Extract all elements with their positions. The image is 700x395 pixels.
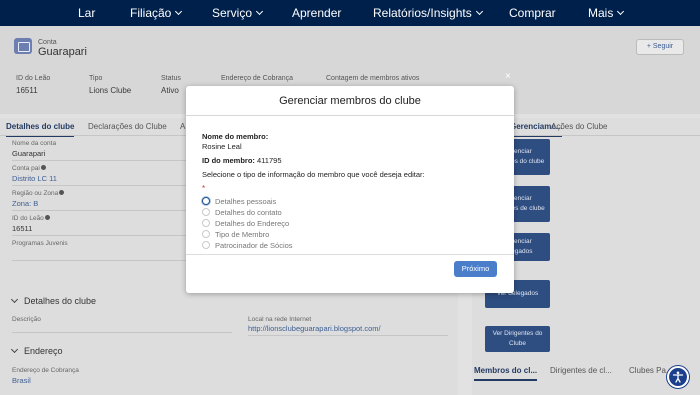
- tab-declaracoes[interactable]: Declarações do Clube: [88, 122, 167, 131]
- nav-item-servico[interactable]: Serviço: [212, 0, 264, 26]
- field-divider: [12, 185, 187, 186]
- field-divider: [12, 332, 232, 333]
- tab-membros-do-clube[interactable]: Membros do cl...: [474, 366, 538, 381]
- info-icon: [44, 215, 50, 220]
- chevron-down-icon: [175, 7, 183, 16]
- chevron-down-icon: [10, 345, 19, 354]
- member-name: Rosine Leal: [202, 142, 242, 151]
- tab-clubes-parceiros[interactable]: Clubes Pa...: [629, 366, 673, 375]
- radio-button[interactable]: [202, 197, 210, 205]
- option-tipo-membro[interactable]: Tipo de Membro: [202, 229, 269, 239]
- radio-button[interactable]: [202, 208, 210, 216]
- option-detalhes-endereco[interactable]: Detalhes do Endereço: [202, 218, 289, 228]
- follow-button[interactable]: + Seguir: [636, 39, 684, 55]
- record-title: Guarapari: [38, 46, 87, 58]
- nav-item-aprender[interactable]: Aprender: [292, 0, 341, 26]
- tab-dirigentes[interactable]: Dirigentes de cl...: [550, 366, 612, 375]
- chevron-down-icon: [475, 7, 483, 16]
- field-divider: [12, 260, 187, 261]
- field-divider: [12, 210, 187, 211]
- field-label: Endereço de Cobrança: [12, 367, 79, 374]
- next-button[interactable]: Próximo: [454, 261, 497, 277]
- nav-item-filiacao[interactable]: Filiação: [130, 0, 183, 26]
- highlight-label: Tipo: [89, 75, 103, 82]
- tab-acoes-do-clube[interactable]: Ações do Clube: [551, 122, 607, 131]
- field-label: Conta pai: [12, 165, 46, 172]
- radio-button[interactable]: [202, 230, 210, 238]
- option-detalhes-contato[interactable]: Detalhes do contato: [202, 207, 282, 217]
- option-detalhes-pessoais[interactable]: Detalhes pessoais: [202, 196, 276, 206]
- field-divider: [12, 235, 187, 236]
- highlight-label: ID do Leão: [16, 75, 51, 82]
- manage-members-modal: Gerenciar membros do clube Nome do membr…: [186, 86, 514, 293]
- field-value: Guarapari: [12, 149, 46, 158]
- highlight-value: Lions Clube: [89, 86, 132, 95]
- option-patrocinador[interactable]: Patrocinador de Sócios: [202, 240, 293, 250]
- highlight-label: Contagem de membros ativos: [326, 75, 420, 82]
- highlight-label: Status: [161, 75, 181, 82]
- edit-prompt: Selecione o tipo de informação do membro…: [202, 170, 425, 179]
- nav-item-lar[interactable]: Lar: [78, 0, 95, 26]
- parent-account-link[interactable]: Distrito LC 11: [12, 174, 57, 183]
- website-link[interactable]: http://lionsclubeguarapari.blogspot.com/: [248, 324, 381, 333]
- field-value: 16511: [12, 224, 33, 233]
- radio-button[interactable]: [202, 219, 210, 227]
- address-link[interactable]: Brasil: [12, 376, 31, 385]
- member-id: ID do membro: 411795: [202, 156, 282, 165]
- field-label: ID do Leão: [12, 215, 50, 222]
- field-label: Nome da conta: [12, 140, 57, 147]
- highlight-label: Endereço de Cobrança: [221, 75, 293, 82]
- highlight-value: Ativo: [161, 86, 179, 95]
- modal-footer-divider: [186, 254, 514, 255]
- chevron-down-icon: [10, 295, 19, 304]
- field-divider: [12, 160, 187, 161]
- view-officers-button[interactable]: Ver Dirigentes do Clube: [485, 326, 550, 352]
- modal-title: Gerenciar membros do clube: [186, 86, 514, 116]
- chevron-down-icon: [617, 7, 625, 16]
- nav-item-mais[interactable]: Mais: [588, 0, 625, 26]
- accessibility-icon[interactable]: [667, 366, 689, 388]
- field-divider: [248, 335, 448, 336]
- section-endereco-toggle[interactable]: Endereço: [10, 345, 63, 356]
- close-icon[interactable]: ×: [505, 72, 511, 82]
- section-detalhes-toggle[interactable]: Detalhes do clube: [10, 295, 96, 306]
- zone-link[interactable]: Zona: B: [12, 199, 38, 208]
- tab-more[interactable]: A: [180, 122, 185, 131]
- radio-button[interactable]: [202, 241, 210, 249]
- nav-item-relatorios[interactable]: Relatórios/Insights: [373, 0, 483, 26]
- nav-item-comprar[interactable]: Comprar: [509, 0, 556, 26]
- member-name-label: Nome do membro:: [202, 132, 269, 141]
- account-icon: [14, 38, 32, 54]
- field-label: Local na rede Internet: [248, 316, 312, 323]
- record-type-label: Conta: [38, 39, 57, 46]
- field-label: Programas Juvenis: [12, 240, 68, 247]
- info-icon: [59, 190, 65, 195]
- top-navigation: Lar Filiação Serviço Aprender Relatórios…: [0, 0, 700, 26]
- highlight-value: 16511: [16, 86, 38, 95]
- info-icon: [40, 165, 46, 170]
- field-label: Descrição: [12, 316, 41, 323]
- required-mark: *: [202, 184, 206, 193]
- chevron-down-icon: [255, 7, 264, 16]
- field-label: Região ou Zona: [12, 190, 65, 197]
